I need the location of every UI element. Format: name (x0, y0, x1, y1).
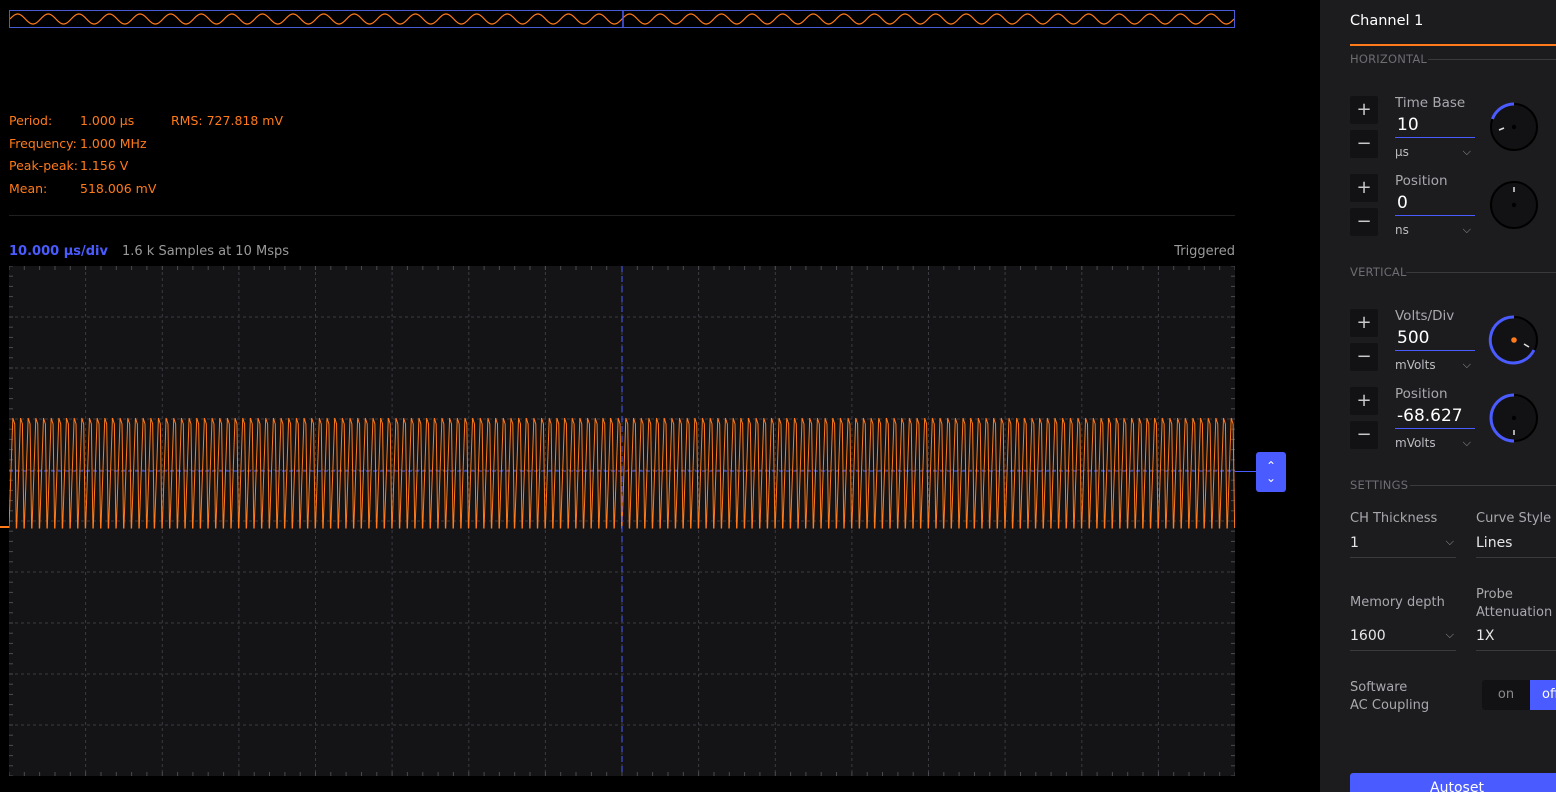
volts-div-label: Volts/Div (1395, 308, 1455, 324)
select-value: 1X (1476, 628, 1495, 644)
measurement-peak-peak: Peak-peak: 1.156 V (9, 158, 189, 176)
section-settings-label: SETTINGS (1350, 478, 1409, 492)
ac-coupling-toggle[interactable]: on off (1482, 680, 1556, 710)
select-value: Lines (1476, 535, 1513, 551)
trigger-status-label: Triggered (1174, 244, 1235, 259)
select-value: 1 (1350, 535, 1359, 551)
section-horizontal-label: HORIZONTAL (1350, 52, 1428, 66)
ac-coupling-off-option[interactable]: off (1530, 680, 1556, 710)
vertical-position-decrement-button[interactable]: − (1350, 421, 1378, 449)
section-vertical-label: VERTICAL (1350, 265, 1407, 279)
timebase-per-div-label: 10.000 µs/div (9, 244, 108, 259)
section-divider (1428, 59, 1556, 60)
vertical-position-knob[interactable] (1488, 392, 1540, 444)
probe-attenuation-label: Probe Attenuation (1476, 587, 1553, 620)
select-value: 1600 (1350, 628, 1386, 644)
oscilloscope-plot[interactable] (9, 266, 1235, 776)
measurement-label: RMS: (171, 113, 203, 128)
unit-value: µs (1395, 145, 1409, 159)
section-divider (1406, 272, 1556, 273)
horizontal-position-label: Position (1395, 173, 1448, 189)
divider (9, 215, 1235, 216)
ch-thickness-select[interactable]: 1 ⌵ (1350, 535, 1456, 558)
measurement-mean: Mean: 518.006 mV (9, 181, 189, 199)
volts-div-knob[interactable] (1488, 314, 1540, 366)
chevron-down-icon: ⌵ (1462, 223, 1471, 236)
offset-marker-line (1235, 471, 1256, 472)
measurement-label: Mean: (9, 181, 48, 196)
vertical-position-input[interactable]: -68.627 (1395, 406, 1475, 429)
trigger-level-marker[interactable] (0, 526, 9, 528)
panel-title: Channel 1 (1350, 13, 1424, 29)
chevron-down-icon: ⌵ (1445, 535, 1454, 548)
time-base-decrement-button[interactable]: − (1350, 130, 1378, 158)
autoset-button[interactable]: Autoset (1350, 773, 1556, 792)
measurement-value: 1.000 MHz (80, 136, 147, 151)
overview-signal-trace (10, 13, 1234, 25)
chevron-down-icon: ⌵ (1462, 436, 1471, 449)
ac-coupling-on-option[interactable]: on (1482, 680, 1530, 710)
channel-offset-handle[interactable]: ⌃ ⌄ (1256, 452, 1286, 492)
horizontal-position-knob[interactable] (1488, 179, 1540, 231)
measurement-frequency: Frequency: 1.000 MHz (9, 136, 189, 154)
memory-depth-label: Memory depth (1350, 595, 1445, 610)
volts-div-input[interactable]: 500 (1395, 328, 1475, 351)
vertical-position-unit-select[interactable]: mVolts ⌵ (1395, 436, 1473, 450)
horizontal-position-input[interactable]: 0 (1395, 193, 1475, 216)
chevron-down-icon: ⌵ (1445, 628, 1454, 641)
measurement-value: 1.000 µs (80, 113, 135, 128)
time-base-label: Time Base (1395, 95, 1466, 111)
time-base-knob[interactable] (1488, 101, 1540, 153)
ch-thickness-label: CH Thickness (1350, 511, 1438, 526)
unit-value: ns (1395, 223, 1409, 237)
horizontal-position-decrement-button[interactable]: − (1350, 208, 1378, 236)
chevron-down-icon: ⌵ (1462, 145, 1471, 158)
time-base-increment-button[interactable]: + (1350, 96, 1378, 124)
volts-div-increment-button[interactable]: + (1350, 309, 1378, 337)
volts-div-unit-select[interactable]: mVolts ⌵ (1395, 358, 1473, 372)
measurement-label: Peak-peak: (9, 158, 78, 173)
memory-depth-select[interactable]: 1600 ⌵ (1350, 628, 1456, 651)
overview-waveform-svg (10, 11, 1234, 27)
time-base-unit-select[interactable]: µs ⌵ (1395, 145, 1473, 159)
measurement-label: Period: (9, 113, 53, 128)
ac-coupling-label: Software AC Coupling (1350, 680, 1430, 713)
measurement-value: 1.156 V (80, 158, 129, 173)
vertical-position-label: Position (1395, 386, 1448, 402)
horizontal-position-unit-select[interactable]: ns ⌵ (1395, 223, 1473, 237)
measurement-label: Frequency: (9, 136, 77, 151)
measurement-rms: RMS: 727.818 mV (171, 113, 283, 128)
measurement-value: 727.818 mV (206, 113, 284, 128)
curve-style-select[interactable]: Lines (1476, 535, 1556, 558)
up-down-arrows-icon: ⌃ ⌄ (1265, 459, 1277, 485)
waveform-overview[interactable] (9, 10, 1235, 28)
chevron-down-icon: ⌵ (1462, 358, 1471, 371)
probe-attenuation-select[interactable]: 1X (1476, 628, 1556, 651)
measurement-value: 518.006 mV (80, 181, 157, 196)
volts-div-decrement-button[interactable]: − (1350, 343, 1378, 371)
horizontal-position-increment-button[interactable]: + (1350, 174, 1378, 202)
curve-style-label: Curve Style (1476, 511, 1552, 526)
channel-settings-panel: Channel 1 HORIZONTAL + − Time Base 10 µs… (1320, 0, 1556, 792)
vertical-position-increment-button[interactable]: + (1350, 387, 1378, 415)
panel-title-underline (1350, 44, 1556, 46)
plot-canvas (9, 266, 1235, 776)
measurement-period: Period: 1.000 µs (9, 113, 189, 131)
time-base-input[interactable]: 10 (1395, 115, 1475, 138)
section-divider (1410, 485, 1556, 486)
unit-value: mVolts (1395, 358, 1436, 372)
measurements-panel: Period: 1.000 µs Frequency: 1.000 MHz Pe… (9, 113, 189, 213)
samples-info-label: 1.6 k Samples at 10 Msps (122, 244, 290, 259)
unit-value: mVolts (1395, 436, 1436, 450)
